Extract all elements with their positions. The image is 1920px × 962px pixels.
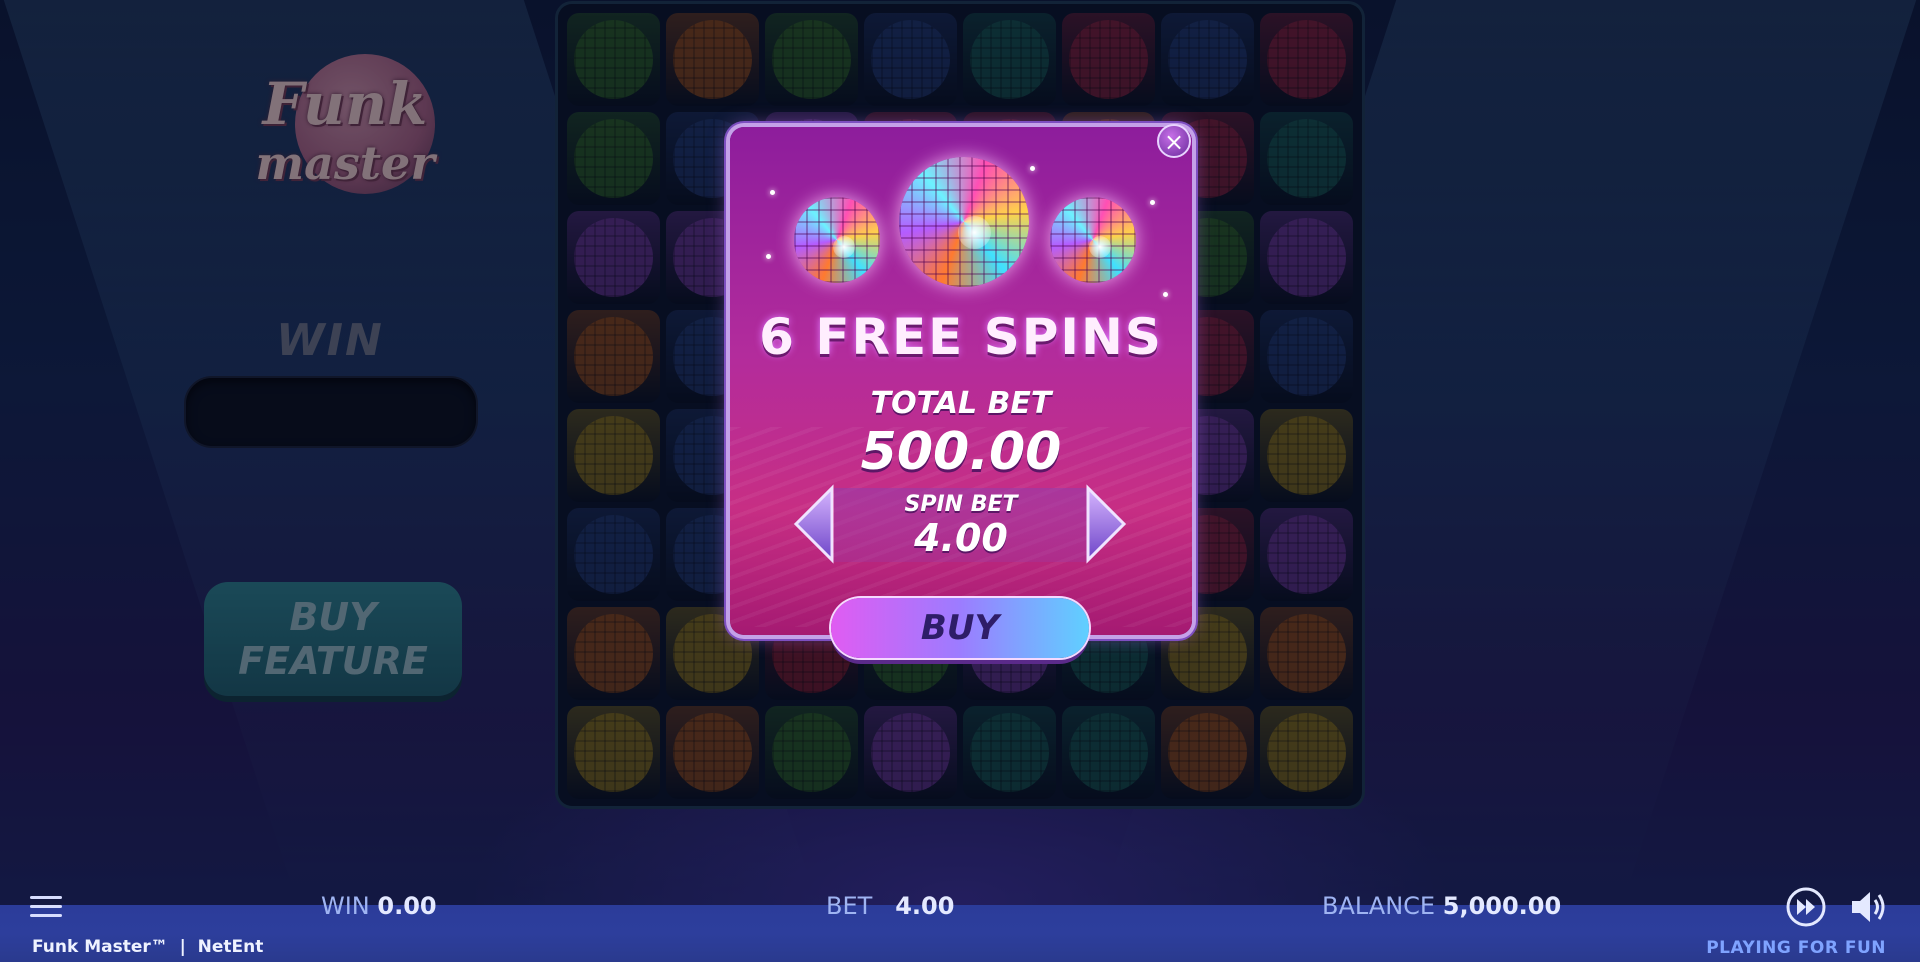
chevron-left-icon[interactable]: [792, 484, 836, 564]
separator: |: [173, 937, 192, 957]
bar-balance: BALANCE 5,000.00: [1322, 892, 1561, 920]
bar-bet-value: 4.00: [895, 892, 955, 920]
bottom-bar: [0, 905, 1920, 962]
bar-balance-value: 5,000.00: [1442, 892, 1562, 920]
fast-forward-icon[interactable]: [1785, 886, 1827, 928]
disco-ball-icon: [1050, 197, 1136, 283]
game-name: Funk Master™ | NetEnt: [32, 937, 263, 957]
speaker-icon[interactable]: [1848, 887, 1888, 927]
bar-win-value: 0.00: [377, 892, 437, 920]
game-stage: Funk master WIN BUY FEATURE × 6 FREE SPI…: [0, 0, 1920, 962]
close-button[interactable]: ×: [1157, 124, 1191, 158]
modal-title: 6 FREE SPINS: [759, 308, 1163, 366]
sparkle: [1163, 292, 1168, 297]
play-mode-label: PLAYING FOR FUN: [1706, 938, 1886, 958]
bar-balance-label: BALANCE: [1322, 892, 1436, 920]
bar-bet-label: BET: [826, 892, 873, 920]
sparkle: [1150, 200, 1155, 205]
bar-win: WIN 0.00: [321, 892, 437, 920]
bar-bet[interactable]: BET 4.00: [826, 892, 954, 920]
bar-win-label: WIN: [321, 892, 370, 920]
buy-button[interactable]: BUY: [831, 598, 1089, 658]
chevron-right-icon[interactable]: [1084, 484, 1128, 564]
sparkle: [766, 254, 771, 259]
hamburger-icon[interactable]: [30, 896, 62, 918]
sparkle: [770, 190, 775, 195]
provider-name: NetEnt: [197, 937, 264, 957]
sparkle: [1030, 166, 1035, 171]
total-bet-label: TOTAL BET: [870, 386, 1052, 421]
total-bet-value: 500.00: [860, 422, 1062, 482]
game-title: Funk Master™: [32, 937, 168, 957]
disco-ball-icon: [899, 157, 1029, 287]
disco-ball-icon: [794, 197, 880, 283]
